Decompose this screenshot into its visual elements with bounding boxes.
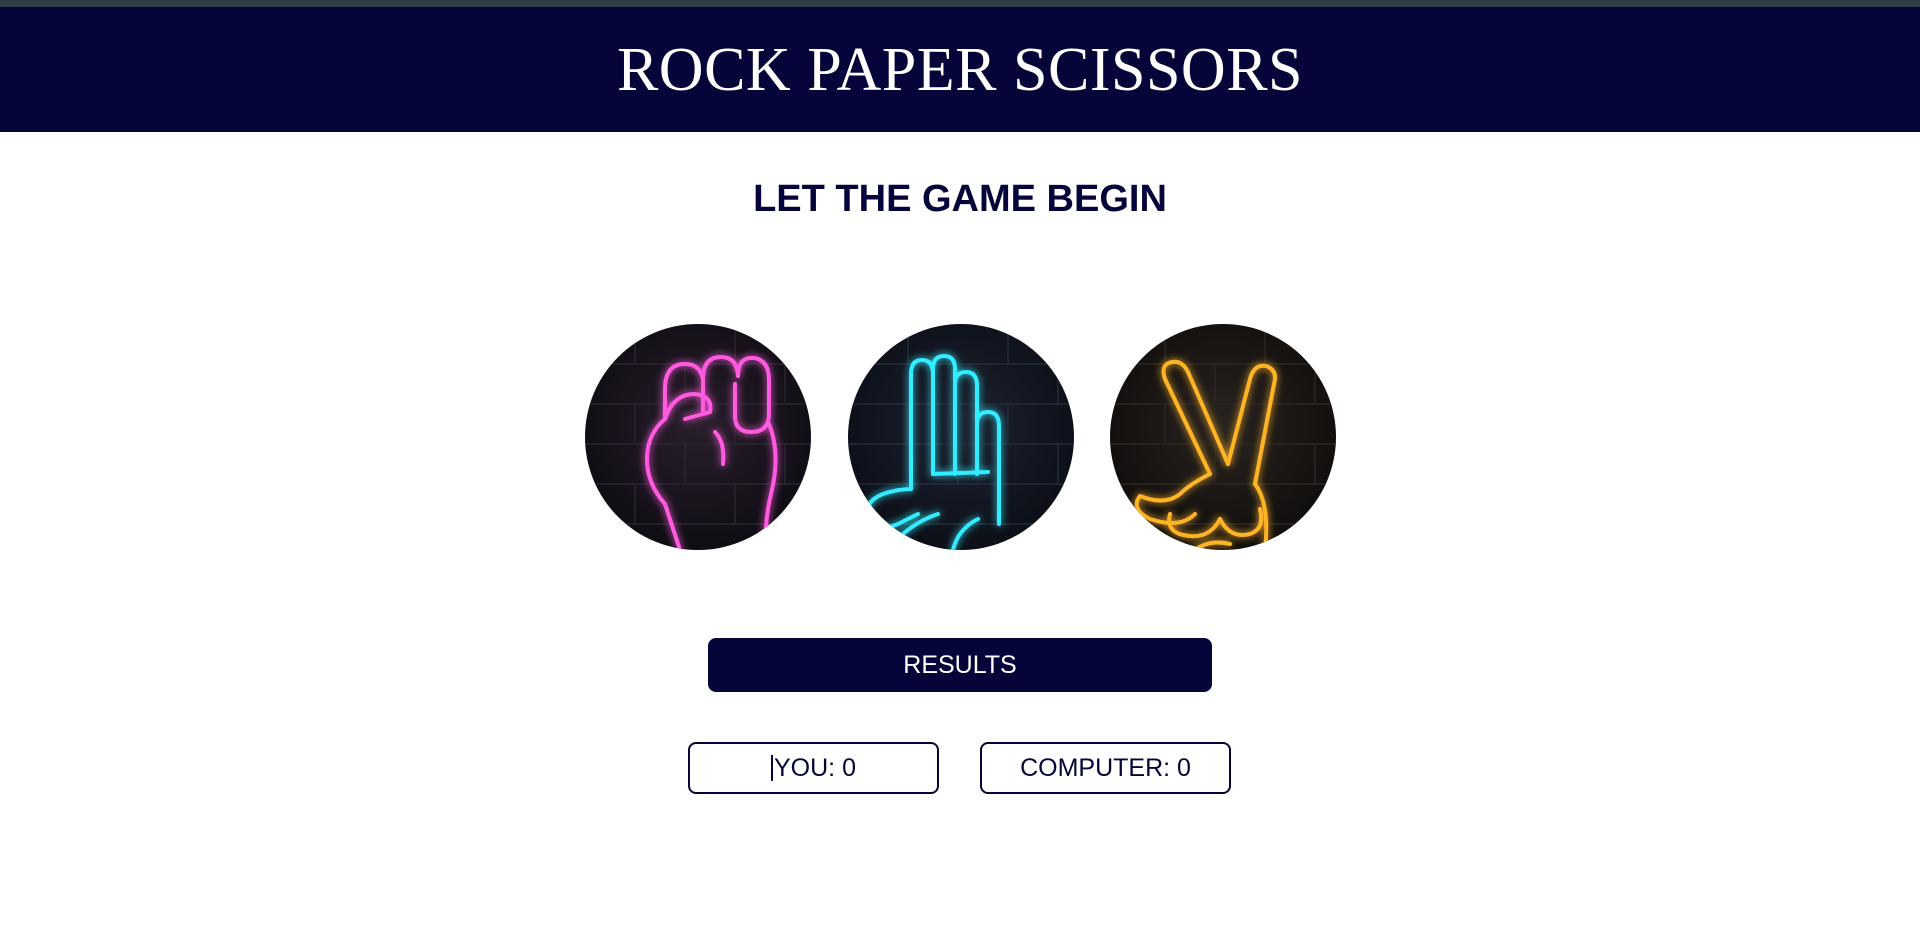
neon-peace-hand-icon bbox=[1110, 324, 1336, 550]
page-title: ROCK PAPER SCISSORS bbox=[616, 35, 1304, 104]
scissors-choice-button[interactable] bbox=[1110, 324, 1336, 550]
browser-top-strip bbox=[0, 0, 1920, 7]
player-score-text: YOU: 0 bbox=[774, 753, 856, 782]
text-cursor bbox=[771, 755, 773, 781]
results-button[interactable]: RESULTS bbox=[708, 638, 1212, 692]
game-subtitle: LET THE GAME BEGIN bbox=[753, 178, 1167, 220]
computer-score-text: COMPUTER: 0 bbox=[1020, 753, 1191, 782]
rock-choice-button[interactable] bbox=[585, 324, 811, 550]
player-score-field[interactable]: YOU: 0 bbox=[688, 742, 939, 794]
page-header: ROCK PAPER SCISSORS bbox=[0, 7, 1920, 132]
neon-open-hand-icon bbox=[848, 324, 1074, 550]
paper-choice-button[interactable] bbox=[848, 324, 1074, 550]
computer-score-field: COMPUTER: 0 bbox=[980, 742, 1231, 794]
neon-fist-icon bbox=[585, 324, 811, 550]
